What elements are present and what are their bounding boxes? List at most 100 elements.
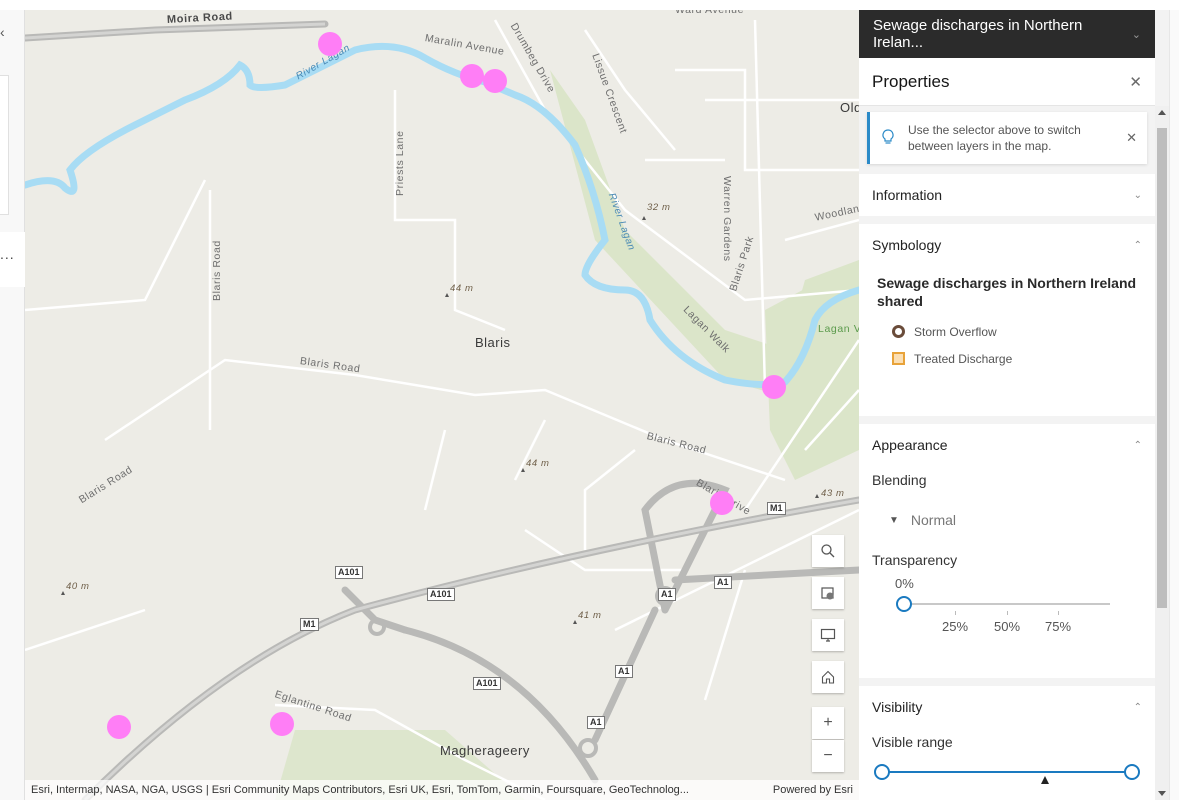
top-strip (0, 0, 1179, 10)
left-card (0, 75, 9, 215)
visibility-header[interactable]: Visibility ⌃ (859, 686, 1155, 728)
tick-label: 50% (993, 619, 1021, 634)
elevation-label: 44 m (526, 458, 550, 469)
elevation-markers (61, 216, 819, 624)
blending-label: Blending (872, 472, 927, 488)
legend-label: Storm Overflow (914, 324, 997, 339)
discharge-point[interactable] (107, 715, 131, 739)
layer-selector[interactable]: Sewage discharges in Northern Irelan... … (859, 10, 1155, 58)
section-title: Symbology (872, 237, 942, 253)
attribution-text: Esri, Intermap, NASA, NGA, USGS | Esri C… (31, 784, 689, 796)
legend-item: Treated Discharge (859, 345, 1155, 372)
slider-track[interactable] (904, 603, 1110, 605)
information-header[interactable]: Information ⌄ (859, 174, 1155, 216)
road-shield: A1 (714, 576, 732, 589)
road-label: Blaris Road (211, 240, 223, 301)
discharge-point[interactable] (483, 69, 507, 93)
section-appearance: Appearance ⌃ Blending ▼ Normal Transpare… (859, 424, 1155, 678)
road-label: Warren Gardens (721, 176, 733, 262)
discharge-point[interactable] (710, 491, 734, 515)
slider-thumb[interactable] (896, 596, 912, 612)
close-icon[interactable]: ‹ (0, 24, 5, 40)
scrollbar-thumb[interactable] (1157, 128, 1167, 608)
dismiss-notice-icon[interactable]: ✕ (1126, 130, 1137, 146)
section-visibility: Visibility ⌃ Visible range (859, 686, 1155, 800)
park-label: Lagan Va (818, 323, 859, 335)
local-roads (25, 19, 859, 800)
section-title: Visibility (872, 699, 923, 715)
chevron-up-icon: ⌃ (1133, 439, 1142, 451)
chevron-up-icon: ⌃ (1133, 239, 1142, 251)
right-edge (1169, 10, 1179, 800)
elevation-label: 32 m (647, 202, 671, 213)
tick-label: 75% (1044, 619, 1072, 634)
place-label: Old (840, 100, 859, 115)
home-icon (821, 670, 835, 684)
scroll-down-icon[interactable] (1158, 791, 1166, 796)
appearance-header[interactable]: Appearance ⌃ (859, 424, 1155, 466)
panel-scrollbar[interactable] (1155, 106, 1169, 800)
road-shield: A101 (335, 566, 363, 579)
zoom-in-button[interactable]: + (812, 707, 844, 739)
blending-value: Normal (910, 512, 957, 528)
left-panel: ‹ ... (0, 10, 25, 800)
discharge-point[interactable] (460, 64, 484, 88)
range-track[interactable] (881, 771, 1131, 773)
visible-range-slider[interactable] (859, 756, 1155, 790)
powered-by-link[interactable]: Powered by Esri (773, 780, 853, 800)
range-max-thumb[interactable] (1124, 764, 1140, 780)
search-button[interactable] (812, 535, 844, 567)
caret-down-icon: ▼ (889, 514, 899, 526)
road-shield: A1 (615, 665, 633, 678)
road-shield: A101 (473, 677, 501, 690)
transparency-slider[interactable]: 0% 25% 50% 75% (859, 574, 1155, 644)
elevation-label: 40 m (66, 581, 90, 592)
discharge-point[interactable] (318, 32, 342, 56)
symbology-header[interactable]: Symbology ⌃ (859, 224, 1155, 266)
road-shield: A1 (658, 588, 676, 601)
basemap-gallery-button[interactable] (812, 577, 844, 609)
close-icon[interactable]: ✕ (1129, 73, 1142, 91)
properties-header: Properties ✕ (859, 58, 1155, 106)
fullscreen-button[interactable] (812, 619, 844, 651)
ellipsis-icon[interactable]: ... (0, 246, 15, 262)
slider-tick (1007, 611, 1008, 615)
legend-title: Sewage discharges in Northern Ireland sh… (877, 275, 1137, 309)
map-attribution: Esri, Intermap, NASA, NGA, USGS | Esri C… (25, 780, 859, 800)
notice-banner: Use the selector above to switch between… (867, 112, 1147, 164)
discharge-point[interactable] (270, 712, 294, 736)
section-title: Appearance (872, 437, 948, 453)
storm-overflow-symbol (892, 325, 905, 338)
properties-panel: Sewage discharges in Northern Irelan... … (859, 10, 1155, 800)
discharge-point[interactable] (762, 375, 786, 399)
app-root: ‹ ... Moira Road Maralin Avenue Drumbeg … (0, 0, 1179, 800)
visible-range-label: Visible range (872, 734, 953, 750)
blending-select[interactable]: ▼ Normal (859, 494, 1155, 546)
zoom-out-button[interactable]: − (812, 740, 844, 772)
roundabout (578, 738, 598, 758)
legend-item: Storm Overflow (859, 318, 1155, 345)
minus-icon: − (823, 747, 833, 764)
lightbulb-icon (882, 128, 908, 148)
search-icon (821, 544, 835, 558)
notice-text: Use the selector above to switch between… (908, 123, 1081, 153)
scroll-up-icon[interactable] (1158, 110, 1166, 115)
layer-selector-label: Sewage discharges in Northern Irelan... (873, 17, 1083, 51)
place-label: Blaris (475, 335, 511, 350)
range-min-thumb[interactable] (874, 764, 890, 780)
road-shield: A1 (587, 716, 605, 729)
place-label: Magherageery (440, 743, 530, 758)
transparency-value: 0% (895, 576, 914, 591)
treated-discharge-symbol (892, 352, 905, 365)
monitor-icon (820, 628, 836, 642)
road-label: Ward Avenue (675, 10, 745, 16)
basemap (25, 19, 859, 800)
road-shield: A101 (427, 588, 455, 601)
home-button[interactable] (812, 661, 844, 693)
plus-icon: + (823, 714, 833, 731)
elevation-label: 41 m (578, 610, 602, 621)
road-label: Priests Lane (394, 130, 406, 196)
tick-label: 25% (941, 619, 969, 634)
map-view[interactable]: Moira Road Maralin Avenue Drumbeg Drive … (25, 10, 859, 800)
section-information: Information ⌄ (859, 174, 1155, 216)
